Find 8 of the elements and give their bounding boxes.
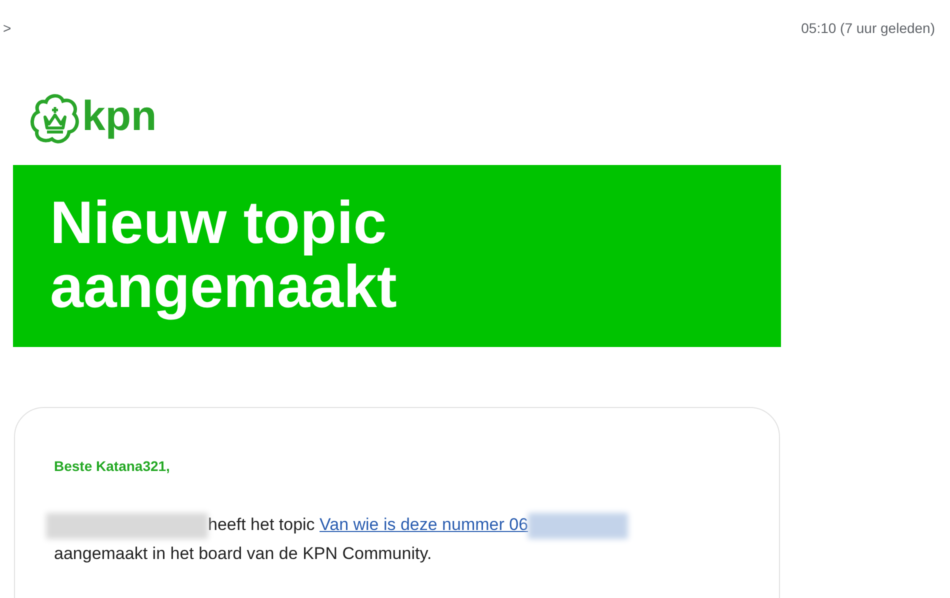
banner-title: Nieuw topic aangemaakt: [50, 191, 398, 319]
greeting-text: Beste Katana321,: [54, 458, 171, 474]
logo-wordmark: kpn: [82, 95, 157, 141]
sender-address: >: [3, 20, 12, 38]
topic-link[interactable]: Van wie is deze nummer 06: [320, 515, 528, 534]
crown-logo-icon: [30, 93, 80, 145]
message-text: heeft het topic Van wie is deze nummer 06 aangemaakt in het board van de KPN Community.: [54, 510, 694, 568]
timestamp: 05:10 (7 uur geleden): [801, 20, 935, 38]
